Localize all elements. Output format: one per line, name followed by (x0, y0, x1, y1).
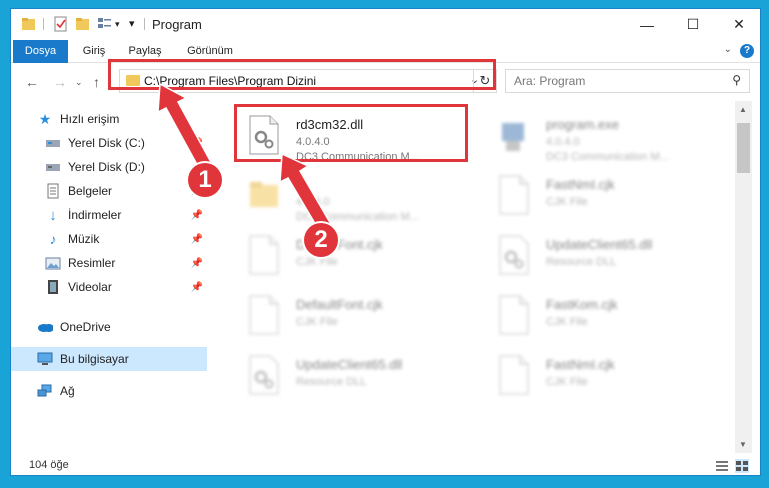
annotation-arrow-1 (157, 82, 214, 171)
annotation-arrows (157, 82, 334, 233)
annotation-badge-2: 2 (304, 223, 338, 257)
annotation-badge-1: 1 (188, 163, 222, 197)
annotation-arrow-2 (279, 152, 334, 233)
